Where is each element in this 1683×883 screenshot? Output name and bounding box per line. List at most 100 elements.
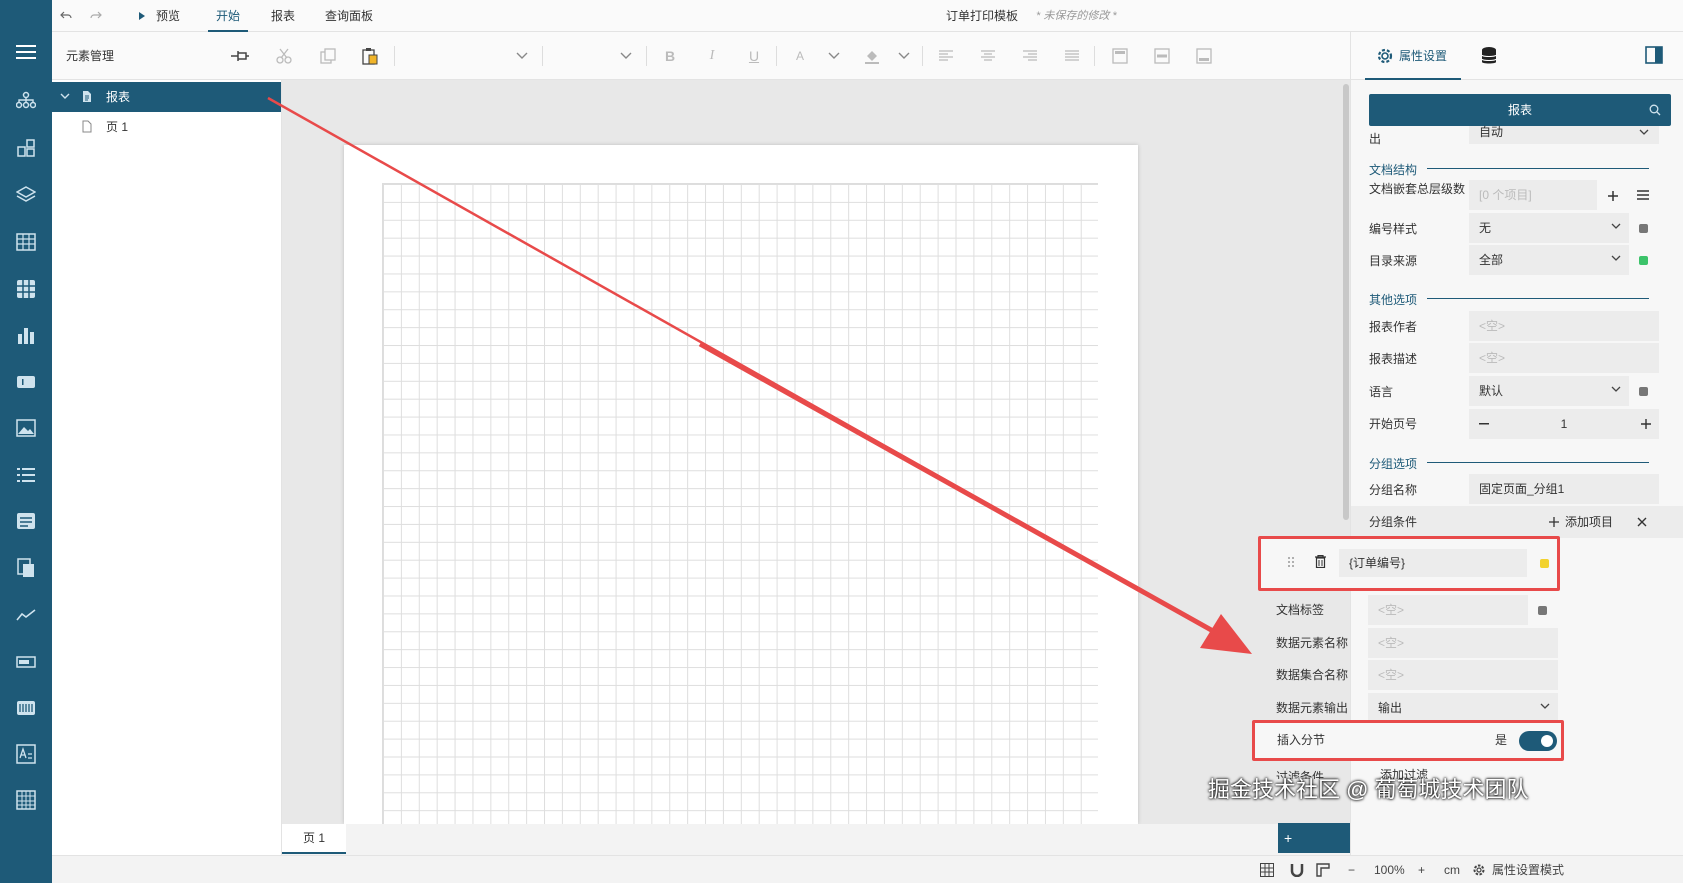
layers-icon[interactable] — [14, 182, 38, 206]
plus-icon[interactable] — [1641, 419, 1651, 429]
data-element-output-select[interactable]: 输出 — [1368, 693, 1558, 723]
valign-middle-icon[interactable] — [1152, 46, 1172, 66]
hamburger-menu-icon[interactable] — [14, 40, 38, 64]
outline-panel: 报表 页 1 — [52, 80, 282, 883]
report-description-input[interactable]: <空> — [1469, 343, 1659, 373]
menu-lines-icon[interactable] — [1637, 190, 1649, 200]
play-icon[interactable] — [138, 11, 146, 21]
hierarchy-icon[interactable] — [14, 88, 38, 112]
property-marker-dot[interactable] — [1639, 224, 1648, 233]
scrollbar-thumb[interactable] — [1343, 84, 1349, 520]
design-canvas[interactable] — [282, 80, 1350, 824]
font-size-chevron-down-icon[interactable] — [616, 46, 636, 66]
align-left-icon[interactable] — [936, 46, 956, 66]
matrix-icon[interactable] — [14, 277, 38, 301]
search-icon[interactable] — [1649, 104, 1661, 116]
subreport-icon[interactable] — [14, 556, 38, 580]
panel-toggle-icon[interactable] — [1645, 46, 1663, 64]
property-marker-dot-green[interactable] — [1639, 256, 1648, 265]
align-right-icon[interactable] — [1020, 46, 1040, 66]
report-page[interactable] — [344, 145, 1138, 824]
preview-button[interactable]: 预览 — [156, 0, 180, 32]
drag-handle-icon[interactable] — [1287, 556, 1295, 568]
barcode-icon[interactable] — [14, 696, 38, 720]
tree-item-report[interactable]: 报表 — [52, 82, 281, 112]
property-marker-dot-yellow[interactable] — [1540, 559, 1549, 568]
copy-icon[interactable] — [318, 46, 338, 66]
output-select[interactable]: 自动 — [1469, 126, 1659, 144]
add-item-button[interactable]: 添加项目 — [1565, 506, 1613, 538]
valign-bottom-icon[interactable] — [1194, 46, 1214, 66]
italic-icon[interactable]: I — [702, 46, 722, 66]
tab-query-panel[interactable]: 查询面板 — [325, 0, 373, 32]
property-search-bar[interactable]: 报表 — [1369, 94, 1671, 126]
tab-report[interactable]: 报表 — [271, 0, 295, 32]
chevron-down-icon[interactable] — [60, 93, 70, 100]
chevron-down-icon — [1611, 386, 1621, 393]
image-icon[interactable] — [14, 416, 38, 440]
close-icon[interactable] — [1637, 517, 1647, 527]
insert-section-toggle[interactable] — [1519, 731, 1557, 751]
plus-icon[interactable] — [1549, 517, 1559, 527]
undo-icon[interactable] — [60, 10, 72, 22]
sparkline-icon[interactable] — [14, 603, 38, 627]
nesting-levels-field[interactable]: [0 个项目] — [1469, 180, 1597, 210]
align-justify-icon[interactable] — [1062, 46, 1082, 66]
status-bar: − 100% + cm 属性设置模式 — [52, 855, 1683, 883]
snap-magnet-icon[interactable] — [1290, 863, 1304, 877]
pivot-grid-icon[interactable] — [14, 788, 38, 812]
font-family-chevron-down-icon[interactable] — [512, 46, 532, 66]
tab-property-settings[interactable]: 属性设置 — [1365, 32, 1461, 80]
underline-icon[interactable]: U — [744, 46, 764, 66]
ruler-icon[interactable] — [1316, 863, 1330, 877]
toc-source-select[interactable]: 全部 — [1469, 245, 1629, 275]
fill-color-chevron-down-icon[interactable] — [894, 46, 914, 66]
list-icon[interactable] — [14, 463, 38, 487]
insert-section-highlight: 插入分节 是 — [1252, 720, 1564, 761]
font-color-chevron-down-icon[interactable] — [824, 46, 844, 66]
property-mode-label[interactable]: 属性设置模式 — [1492, 856, 1564, 883]
form-icon[interactable] — [14, 509, 38, 533]
bar-chart-icon[interactable] — [14, 323, 38, 347]
grid-toggle-icon[interactable] — [1260, 863, 1274, 877]
start-page-stepper[interactable]: 1 — [1469, 409, 1659, 439]
paste-icon[interactable] — [360, 46, 380, 66]
unsaved-indicator: * 未保存的修改 * — [1036, 10, 1117, 22]
richtext-icon[interactable] — [14, 742, 38, 766]
valign-top-icon[interactable] — [1110, 46, 1130, 66]
section-group-options: 分组选项 — [1369, 455, 1649, 472]
tab-start[interactable]: 开始 — [207, 0, 249, 32]
table-icon[interactable] — [14, 230, 38, 254]
tree-item-page-1[interactable]: 页 1 — [52, 112, 281, 142]
group-name-input[interactable]: 固定页面_分组1 — [1469, 474, 1659, 504]
bullet-icon[interactable] — [14, 650, 38, 674]
page-tab-1[interactable]: 页 1 — [282, 824, 346, 854]
property-marker-dot[interactable] — [1639, 387, 1648, 396]
bold-icon[interactable]: B — [660, 46, 680, 66]
report-author-input[interactable]: <空> — [1469, 311, 1659, 341]
database-icon[interactable] — [1481, 46, 1497, 66]
pin-icon[interactable] — [230, 46, 250, 66]
textbox-icon[interactable] — [14, 370, 38, 394]
numbering-style-select[interactable]: 无 — [1469, 213, 1629, 243]
zoom-level: 100% — [1374, 863, 1405, 877]
language-select[interactable]: 默认 — [1469, 376, 1629, 406]
unit-label[interactable]: cm — [1444, 856, 1460, 883]
dataset-name-input[interactable]: <空> — [1368, 660, 1558, 690]
data-element-name-input[interactable]: <空> — [1368, 628, 1558, 658]
plus-icon[interactable] — [1607, 190, 1619, 202]
zoom-out-button[interactable]: − — [1348, 856, 1355, 883]
property-marker-dot[interactable] — [1538, 606, 1547, 615]
component-grid-icon[interactable] — [14, 136, 38, 160]
fill-color-icon[interactable] — [862, 46, 882, 66]
cut-icon[interactable] — [274, 46, 294, 66]
redo-icon[interactable] — [90, 10, 102, 22]
group-condition-expression[interactable]: {订单编号} — [1339, 549, 1527, 577]
add-page-button[interactable]: + — [1278, 823, 1350, 853]
align-center-icon[interactable] — [978, 46, 998, 66]
trash-icon[interactable] — [1315, 555, 1326, 568]
doc-tag-input[interactable]: <空> — [1368, 595, 1528, 625]
font-color-icon[interactable]: A — [790, 46, 810, 66]
zoom-in-button[interactable]: + — [1418, 856, 1425, 883]
chevron-down-icon[interactable] — [1639, 129, 1649, 136]
